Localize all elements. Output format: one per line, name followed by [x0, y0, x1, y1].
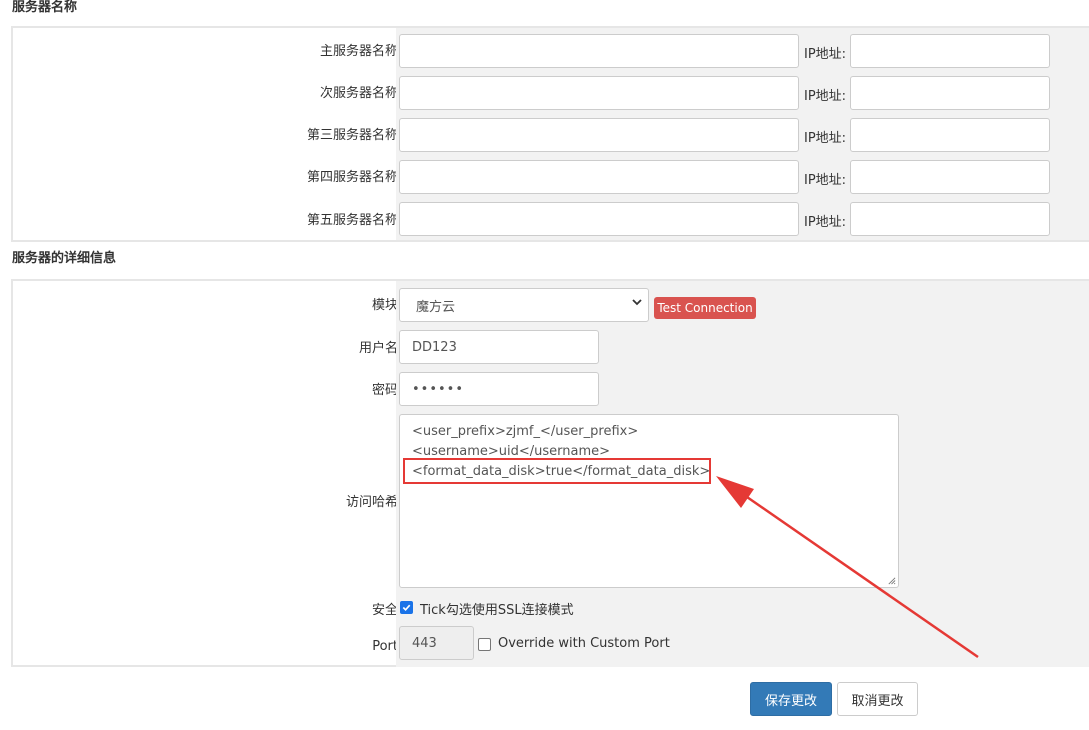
save-button[interactable]: 保存更改: [750, 682, 832, 716]
ip-label: IP地址:: [804, 215, 847, 230]
port-label: Port: [372, 638, 398, 654]
module-row: 模块 魔方云 Test Connection: [13, 281, 1089, 325]
ip-label: IP地址:: [804, 47, 847, 62]
server-name-row-2: 次服务器名称 IP地址:: [13, 70, 1089, 112]
cancel-button[interactable]: 取消更改: [837, 682, 918, 716]
password-row: 密码 ••••••: [13, 367, 1089, 409]
module-field-area: 魔方云 Test Connection: [396, 281, 1089, 325]
chevron-down-icon: [632, 299, 642, 306]
ssl-checkbox-label[interactable]: Tick勾选使用SSL连接模式: [420, 599, 574, 618]
access-hash-field-area: <user_prefix>zjmf_</user_prefix> <userna…: [396, 409, 1089, 591]
annotation-highlight-box: [403, 458, 711, 484]
module-select[interactable]: 魔方云: [399, 288, 649, 322]
checkmark-icon: [402, 604, 411, 611]
username-field-area: DD123: [396, 325, 1089, 367]
server-name-label: 第三服务器名称: [306, 127, 398, 143]
server-name-input[interactable]: [399, 34, 799, 68]
test-connection-button[interactable]: Test Connection: [654, 297, 756, 319]
ip-address-input[interactable]: [850, 118, 1050, 152]
server-name-row-1: 主服务器名称 IP地址:: [13, 28, 1089, 70]
server-name-input[interactable]: [399, 76, 799, 110]
resize-handle-icon[interactable]: [887, 576, 896, 585]
username-label: 用户名: [358, 340, 398, 356]
password-field-area: ••••••: [396, 367, 1089, 409]
security-field-area: Tick勾选使用SSL连接模式: [396, 591, 1089, 625]
server-name-label: 第四服务器名称: [306, 169, 398, 185]
server-name-input[interactable]: [399, 202, 799, 236]
section-title-server-details: 服务器的详细信息: [12, 251, 117, 266]
ip-address-input[interactable]: [850, 160, 1050, 194]
module-selected-value: 魔方云: [416, 299, 456, 315]
username-row: 用户名 DD123: [13, 325, 1089, 367]
security-label: 安全: [371, 602, 398, 618]
server-name-field-area: IP地址:: [396, 70, 1089, 112]
ip-address-input[interactable]: [850, 76, 1050, 110]
server-name-label: 次服务器名称: [319, 85, 398, 101]
ip-label: IP地址:: [804, 173, 847, 188]
server-name-row-5: 第五服务器名称 IP地址:: [13, 196, 1089, 240]
server-name-field-area: IP地址:: [396, 28, 1089, 70]
server-name-field-area: IP地址:: [396, 196, 1089, 240]
port-input[interactable]: 443: [399, 626, 474, 660]
username-input[interactable]: DD123: [399, 330, 599, 364]
access-hash-label: 访问哈希: [345, 494, 398, 510]
ssl-checkbox[interactable]: [400, 601, 413, 614]
port-field-area: 443 Override with Custom Port: [396, 625, 1089, 667]
server-names-panel: 主服务器名称 IP地址: 次服务器名称 IP地址: 第三服务器名称 IP地址: …: [11, 26, 1089, 242]
override-port-label[interactable]: Override with Custom Port: [498, 636, 670, 651]
section-title-server-names: 服务器名称: [12, 0, 78, 15]
ip-label: IP地址:: [804, 131, 847, 146]
password-label: 密码: [371, 382, 398, 398]
server-name-input[interactable]: [399, 118, 799, 152]
access-hash-textarea[interactable]: <user_prefix>zjmf_</user_prefix> <userna…: [399, 414, 899, 588]
port-row: Port 443 Override with Custom Port: [13, 625, 1089, 667]
override-port-checkbox[interactable]: [478, 638, 491, 651]
password-input[interactable]: ••••••: [399, 372, 599, 406]
server-name-row-4: 第四服务器名称 IP地址:: [13, 154, 1089, 196]
server-name-label: 第五服务器名称: [306, 212, 398, 228]
ip-address-input[interactable]: [850, 34, 1050, 68]
server-name-input[interactable]: [399, 160, 799, 194]
server-name-label: 主服务器名称: [319, 43, 398, 59]
ip-address-input[interactable]: [850, 202, 1050, 236]
server-name-field-area: IP地址:: [396, 112, 1089, 154]
security-row: 安全 Tick勾选使用SSL连接模式: [13, 591, 1089, 625]
access-hash-row: 访问哈希 <user_prefix>zjmf_</user_prefix> <u…: [13, 409, 1089, 591]
module-label: 模块: [371, 297, 398, 313]
ip-label: IP地址:: [804, 89, 847, 104]
access-hash-line: <user_prefix>zjmf_</user_prefix>: [412, 424, 639, 439]
server-name-field-area: IP地址:: [396, 154, 1089, 196]
server-name-row-3: 第三服务器名称 IP地址:: [13, 112, 1089, 154]
